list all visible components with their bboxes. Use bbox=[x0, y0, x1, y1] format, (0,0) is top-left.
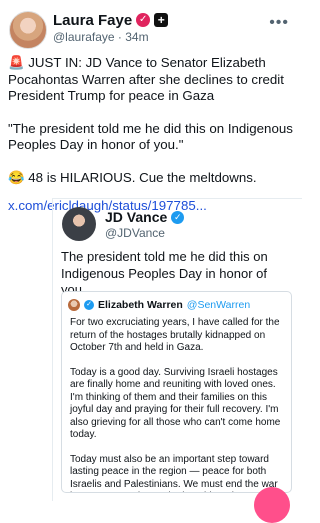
compose-button[interactable] bbox=[254, 487, 290, 523]
meta-separator: · bbox=[117, 30, 122, 44]
post-paragraph: 🚨 JUST IN: JD Vance to Senator Elizabeth… bbox=[8, 55, 284, 103]
post-meta: @laurafaye · 34m bbox=[53, 30, 168, 44]
post-paragraph: "The president told me he did this on In… bbox=[8, 120, 293, 153]
nested-post-paragraph: Today must also be an important step tow… bbox=[70, 453, 278, 493]
author-name[interactable]: Laura Faye bbox=[53, 12, 132, 29]
post-time[interactable]: 34m bbox=[125, 30, 148, 44]
verified-badge-icon: ✓ bbox=[136, 13, 151, 27]
post: Laura Faye ✓ + @laurafaye · 34m ••• 🚨 JU… bbox=[0, 0, 302, 523]
post-paragraph: 😂 48 is HILARIOUS. Cue the meltdowns. bbox=[8, 169, 257, 185]
author-name-row: Laura Faye ✓ + bbox=[53, 11, 169, 29]
quoted-author-avatar[interactable] bbox=[62, 207, 96, 241]
quoted-author-name-row: JD Vance ✓ bbox=[105, 209, 185, 225]
quoted-post[interactable]: JD Vance ✓ @JDVance The president told m… bbox=[52, 198, 302, 501]
subscriber-badge-icon: + bbox=[154, 13, 169, 27]
nested-author-avatar[interactable] bbox=[68, 299, 80, 311]
quoted-author-handle[interactable]: @JDVance bbox=[105, 226, 184, 240]
more-options-icon[interactable]: ••• bbox=[269, 14, 289, 32]
verified-check-icon: ✓ bbox=[171, 210, 185, 224]
quoted-author-name[interactable]: JD Vance bbox=[105, 209, 167, 225]
nested-author-name[interactable]: Elizabeth Warren bbox=[98, 299, 183, 311]
post-body: 🚨 JUST IN: JD Vance to Senator Elizabeth… bbox=[8, 55, 293, 215]
nested-post-body: For two excruciating years, I have calle… bbox=[70, 317, 282, 493]
author-avatar[interactable] bbox=[9, 11, 47, 49]
nested-author-handle[interactable]: @SenWarren bbox=[187, 299, 250, 311]
post-header: Laura Faye ✓ + @laurafaye · 34m bbox=[53, 11, 169, 44]
verified-check-icon: ✓ bbox=[84, 300, 94, 310]
nested-post-paragraph: For two excruciating years, I have calle… bbox=[70, 317, 280, 353]
nested-post-header: ✓ Elizabeth Warren @SenWarren bbox=[68, 299, 250, 311]
nested-post-paragraph: Today is a good day. Surviving Israeli h… bbox=[70, 366, 281, 441]
nested-quoted-post[interactable]: ✓ Elizabeth Warren @SenWarren For two ex… bbox=[61, 291, 292, 493]
author-handle[interactable]: @laurafaye bbox=[53, 30, 115, 44]
quoted-post-header: JD Vance ✓ @JDVance bbox=[105, 209, 185, 240]
